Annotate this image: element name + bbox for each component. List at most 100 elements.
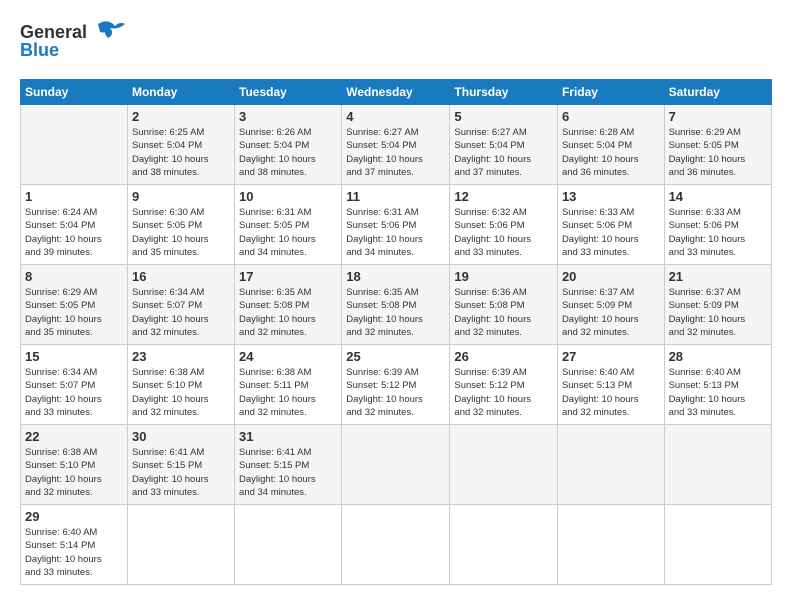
calendar-table: SundayMondayTuesdayWednesdayThursdayFrid… xyxy=(20,79,772,585)
calendar-cell: 7 Sunrise: 6:29 AMSunset: 5:05 PMDaylight… xyxy=(664,105,771,185)
day-number: 21 xyxy=(669,269,767,284)
calendar-cell: 21Sunrise: 6:37 AMSunset: 5:09 PMDayligh… xyxy=(664,265,771,345)
calendar-header: SundayMondayTuesdayWednesdayThursdayFrid… xyxy=(21,80,772,105)
day-number: 1 xyxy=(25,189,123,204)
day-number: 8 xyxy=(25,269,123,284)
day-number: 9 xyxy=(132,189,230,204)
day-number: 5 xyxy=(454,109,553,124)
calendar-cell: 12Sunrise: 6:32 AMSunset: 5:06 PMDayligh… xyxy=(450,185,558,265)
day-info: Sunrise: 6:32 AMSunset: 5:06 PMDaylight:… xyxy=(454,206,553,259)
day-number: 19 xyxy=(454,269,553,284)
calendar-cell xyxy=(342,505,450,585)
day-number: 24 xyxy=(239,349,337,364)
calendar-cell: 17 Sunrise: 6:35 AMSunset: 5:08 PMDayligh… xyxy=(235,265,342,345)
day-info: Sunrise: 6:28 AMSunset: 5:04 PMDaylight:… xyxy=(562,126,660,179)
day-info: Sunrise: 6:24 AMSunset: 5:04 PMDaylight:… xyxy=(25,206,123,259)
day-number: 14 xyxy=(669,189,767,204)
calendar-cell: 31 Sunrise: 6:41 AMSunset: 5:15 PMDayligh… xyxy=(235,425,342,505)
calendar-cell: 15Sunrise: 6:34 AMSunset: 5:07 PMDayligh… xyxy=(21,345,128,425)
day-info: Sunrise: 6:34 AMSunset: 5:07 PMDaylight:… xyxy=(25,366,123,419)
header-cell-wednesday: Wednesday xyxy=(342,80,450,105)
calendar-cell: 20 Sunrise: 6:37 AMSunset: 5:09 PMDayligh… xyxy=(557,265,664,345)
calendar-cell: 2 Sunrise: 6:25 AMSunset: 5:04 PMDaylight… xyxy=(127,105,234,185)
page: General Blue SundayMondayTuesdayWednesda… xyxy=(0,0,792,612)
calendar-cell: 30Sunrise: 6:41 AMSunset: 5:15 PMDayligh… xyxy=(127,425,234,505)
day-number: 2 xyxy=(132,109,230,124)
header-cell-tuesday: Tuesday xyxy=(235,80,342,105)
calendar-cell xyxy=(342,425,450,505)
calendar-cell: 19 Sunrise: 6:36 AMSunset: 5:08 PMDayligh… xyxy=(450,265,558,345)
calendar-body: 2 Sunrise: 6:25 AMSunset: 5:04 PMDaylight… xyxy=(21,105,772,585)
day-number: 3 xyxy=(239,109,337,124)
svg-text:Blue: Blue xyxy=(20,40,59,60)
calendar-row: 15Sunrise: 6:34 AMSunset: 5:07 PMDayligh… xyxy=(21,345,772,425)
day-number: 7 xyxy=(669,109,767,124)
calendar-cell: 3Sunrise: 6:26 AMSunset: 5:04 PMDaylight… xyxy=(235,105,342,185)
logo-text: General Blue xyxy=(20,16,130,71)
day-info: Sunrise: 6:38 AMSunset: 5:10 PMDaylight:… xyxy=(132,366,230,419)
calendar-cell: 27 Sunrise: 6:40 AMSunset: 5:13 PMDayligh… xyxy=(557,345,664,425)
calendar-cell xyxy=(664,505,771,585)
calendar-cell: 28 Sunrise: 6:40 AMSunset: 5:13 PMDayligh… xyxy=(664,345,771,425)
svg-text:General: General xyxy=(20,22,87,42)
logo: General Blue xyxy=(20,16,130,71)
header-row: SundayMondayTuesdayWednesdayThursdayFrid… xyxy=(21,80,772,105)
day-number: 6 xyxy=(562,109,660,124)
calendar-cell: 11Sunrise: 6:31 AMSunset: 5:06 PMDayligh… xyxy=(342,185,450,265)
calendar-cell: 6 Sunrise: 6:28 AMSunset: 5:04 PMDaylight… xyxy=(557,105,664,185)
day-info: Sunrise: 6:40 AMSunset: 5:13 PMDaylight:… xyxy=(562,366,660,419)
day-info: Sunrise: 6:31 AMSunset: 5:05 PMDaylight:… xyxy=(239,206,337,259)
day-number: 20 xyxy=(562,269,660,284)
day-number: 29 xyxy=(25,509,123,524)
day-info: Sunrise: 6:38 AMSunset: 5:11 PMDaylight:… xyxy=(239,366,337,419)
header: General Blue xyxy=(20,16,772,71)
calendar-row: 1 Sunrise: 6:24 AMSunset: 5:04 PMDaylight… xyxy=(21,185,772,265)
day-info: Sunrise: 6:37 AMSunset: 5:09 PMDaylight:… xyxy=(562,286,660,339)
day-number: 26 xyxy=(454,349,553,364)
day-info: Sunrise: 6:35 AMSunset: 5:08 PMDaylight:… xyxy=(346,286,445,339)
calendar-cell: 23 Sunrise: 6:38 AMSunset: 5:10 PMDayligh… xyxy=(127,345,234,425)
day-number: 17 xyxy=(239,269,337,284)
day-number: 25 xyxy=(346,349,445,364)
calendar-row: 22 Sunrise: 6:38 AMSunset: 5:10 PMDayligh… xyxy=(21,425,772,505)
day-info: Sunrise: 6:35 AMSunset: 5:08 PMDaylight:… xyxy=(239,286,337,339)
day-number: 27 xyxy=(562,349,660,364)
day-number: 22 xyxy=(25,429,123,444)
calendar-cell: 8 Sunrise: 6:29 AMSunset: 5:05 PMDaylight… xyxy=(21,265,128,345)
day-number: 31 xyxy=(239,429,337,444)
calendar-cell xyxy=(127,505,234,585)
calendar-cell: 16Sunrise: 6:34 AMSunset: 5:07 PMDayligh… xyxy=(127,265,234,345)
day-info: Sunrise: 6:27 AMSunset: 5:04 PMDaylight:… xyxy=(454,126,553,179)
header-cell-thursday: Thursday xyxy=(450,80,558,105)
calendar-cell: 10 Sunrise: 6:31 AMSunset: 5:05 PMDayligh… xyxy=(235,185,342,265)
day-number: 28 xyxy=(669,349,767,364)
calendar-cell: 5 Sunrise: 6:27 AMSunset: 5:04 PMDaylight… xyxy=(450,105,558,185)
day-info: Sunrise: 6:41 AMSunset: 5:15 PMDaylight:… xyxy=(239,446,337,499)
header-cell-friday: Friday xyxy=(557,80,664,105)
calendar-cell: 26 Sunrise: 6:39 AMSunset: 5:12 PMDayligh… xyxy=(450,345,558,425)
day-info: Sunrise: 6:33 AMSunset: 5:06 PMDaylight:… xyxy=(669,206,767,259)
day-info: Sunrise: 6:39 AMSunset: 5:12 PMDaylight:… xyxy=(454,366,553,419)
calendar-cell: 4Sunrise: 6:27 AMSunset: 5:04 PMDaylight… xyxy=(342,105,450,185)
calendar-cell xyxy=(664,425,771,505)
day-info: Sunrise: 6:29 AMSunset: 5:05 PMDaylight:… xyxy=(669,126,767,179)
calendar-cell xyxy=(21,105,128,185)
day-number: 10 xyxy=(239,189,337,204)
day-number: 13 xyxy=(562,189,660,204)
calendar-row: 8 Sunrise: 6:29 AMSunset: 5:05 PMDaylight… xyxy=(21,265,772,345)
day-info: Sunrise: 6:39 AMSunset: 5:12 PMDaylight:… xyxy=(346,366,445,419)
day-number: 23 xyxy=(132,349,230,364)
day-info: Sunrise: 6:29 AMSunset: 5:05 PMDaylight:… xyxy=(25,286,123,339)
header-cell-monday: Monday xyxy=(127,80,234,105)
day-info: Sunrise: 6:25 AMSunset: 5:04 PMDaylight:… xyxy=(132,126,230,179)
calendar-cell: 1 Sunrise: 6:24 AMSunset: 5:04 PMDaylight… xyxy=(21,185,128,265)
day-info: Sunrise: 6:30 AMSunset: 5:05 PMDaylight:… xyxy=(132,206,230,259)
day-info: Sunrise: 6:38 AMSunset: 5:10 PMDaylight:… xyxy=(25,446,123,499)
day-info: Sunrise: 6:34 AMSunset: 5:07 PMDaylight:… xyxy=(132,286,230,339)
day-info: Sunrise: 6:36 AMSunset: 5:08 PMDaylight:… xyxy=(454,286,553,339)
calendar-cell: 25 Sunrise: 6:39 AMSunset: 5:12 PMDayligh… xyxy=(342,345,450,425)
calendar-cell: 22 Sunrise: 6:38 AMSunset: 5:10 PMDayligh… xyxy=(21,425,128,505)
calendar-cell xyxy=(557,505,664,585)
calendar-cell xyxy=(450,505,558,585)
day-info: Sunrise: 6:40 AMSunset: 5:13 PMDaylight:… xyxy=(669,366,767,419)
